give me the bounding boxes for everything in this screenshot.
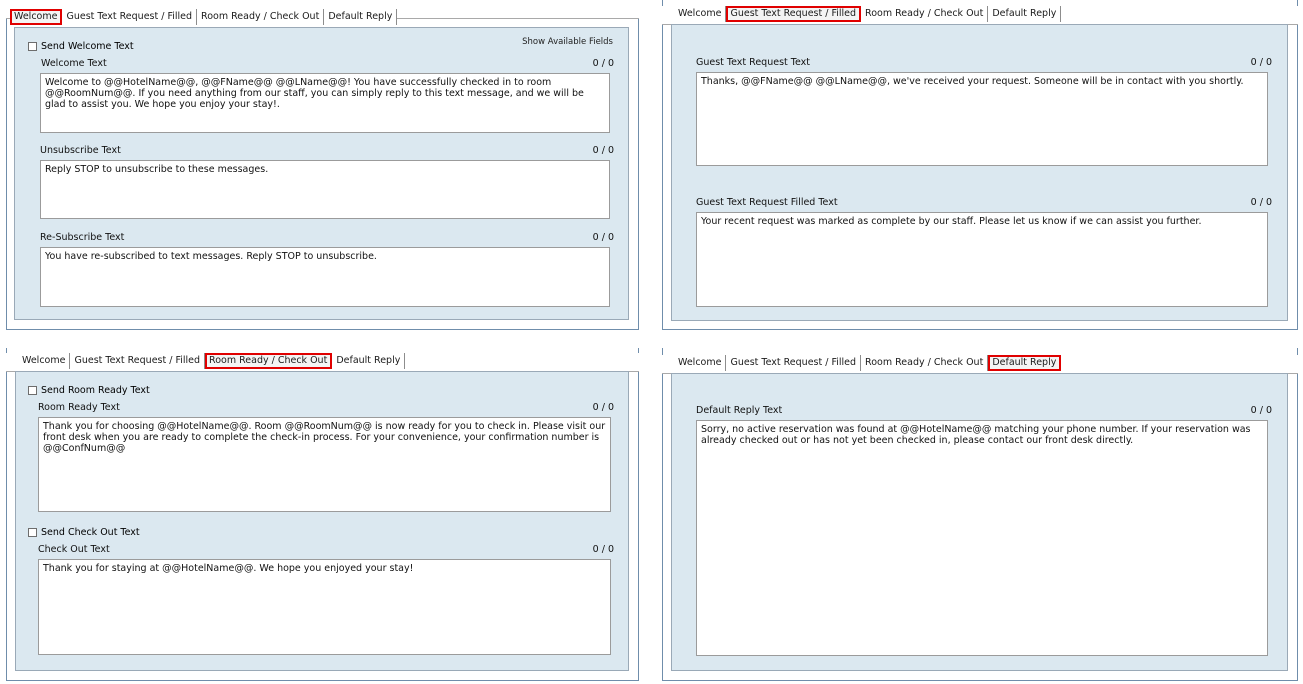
send-check-out-label: Send Check Out Text — [41, 527, 140, 538]
tab-welcome[interactable]: Welcome — [18, 353, 71, 369]
default-reply-text-count: 0 / 0 — [1250, 405, 1272, 416]
panel-border — [638, 0, 639, 330]
panel-border — [662, 329, 1298, 330]
send-room-ready-checkbox[interactable] — [28, 386, 37, 395]
panel-default-reply: Welcome Guest Text Request / Filled Room… — [662, 348, 1298, 681]
tab-content: Send Welcome Text Show Available Fields … — [14, 27, 629, 320]
default-reply-text-label: Default Reply Text — [696, 405, 783, 416]
panel-welcome: Welcome Guest Text Request / Filled Room… — [6, 0, 639, 330]
tab-guest-text-request[interactable]: Guest Text Request / Filled — [62, 9, 198, 25]
send-welcome-label: Send Welcome Text — [41, 41, 134, 52]
send-room-ready-checkbox-row[interactable]: Send Room Ready Text — [28, 385, 150, 396]
check-out-text-count: 0 / 0 — [592, 544, 614, 555]
resubscribe-textarea[interactable]: You have re-subscribed to text messages.… — [40, 247, 610, 307]
panel-border — [662, 680, 1298, 681]
welcome-text-label: Welcome Text — [41, 58, 107, 69]
panel-guest-text-request: Welcome Guest Text Request / Filled Room… — [662, 0, 1298, 330]
tab-room-ready[interactable]: Room Ready / Check Out — [861, 355, 989, 371]
tab-guest-text-request[interactable]: Guest Text Request / Filled — [726, 355, 862, 371]
guest-request-text-count: 0 / 0 — [1250, 57, 1272, 68]
panel-border — [6, 0, 7, 330]
guest-request-filled-count: 0 / 0 — [1250, 197, 1272, 208]
guest-request-filled-textarea[interactable]: Your recent request was marked as comple… — [696, 212, 1268, 307]
send-check-out-checkbox[interactable] — [28, 528, 37, 537]
unsubscribe-text-count: 0 / 0 — [592, 145, 614, 156]
panel-border — [662, 348, 663, 681]
tab-bar: Welcome Guest Text Request / Filled Room… — [18, 353, 406, 369]
room-ready-text-count: 0 / 0 — [592, 402, 614, 413]
send-welcome-checkbox-row[interactable]: Send Welcome Text — [28, 41, 134, 52]
tab-guest-text-request[interactable]: Guest Text Request / Filled — [726, 6, 862, 22]
guest-request-text-label: Guest Text Request Text — [696, 57, 810, 68]
send-room-ready-label: Send Room Ready Text — [41, 385, 150, 396]
tab-content: Guest Text Request Text 0 / 0 Thanks, @@… — [671, 24, 1288, 321]
unsubscribe-textarea[interactable]: Reply STOP to unsubscribe to these messa… — [40, 160, 610, 219]
tab-guest-text-request[interactable]: Guest Text Request / Filled — [70, 353, 206, 369]
tab-default-reply[interactable]: Default Reply — [332, 353, 406, 369]
tab-welcome[interactable]: Welcome — [674, 355, 727, 371]
panel-border — [1297, 348, 1298, 681]
check-out-text-label: Check Out Text — [38, 544, 110, 555]
tab-bar: Welcome Guest Text Request / Filled Room… — [674, 6, 1062, 22]
guest-request-textarea[interactable]: Thanks, @@FName@@ @@LName@@, we've recei… — [696, 72, 1268, 166]
send-welcome-checkbox[interactable] — [28, 42, 37, 51]
panel-border — [662, 0, 663, 330]
panel-border — [6, 329, 639, 330]
unsubscribe-text-label: Unsubscribe Text — [40, 145, 121, 156]
tab-bar: Welcome Guest Text Request / Filled Room… — [674, 355, 1062, 371]
guest-request-filled-label: Guest Text Request Filled Text — [696, 197, 838, 208]
tab-room-ready[interactable]: Room Ready / Check Out — [205, 353, 333, 369]
tab-welcome[interactable]: Welcome — [674, 6, 727, 22]
tab-default-reply[interactable]: Default Reply — [988, 6, 1062, 22]
tab-room-ready[interactable]: Room Ready / Check Out — [861, 6, 989, 22]
tab-default-reply[interactable]: Default Reply — [988, 355, 1062, 371]
resubscribe-text-count: 0 / 0 — [592, 232, 614, 243]
panel-border — [638, 348, 639, 681]
tab-default-reply[interactable]: Default Reply — [324, 9, 398, 25]
tab-content: Send Room Ready Text Room Ready Text 0 /… — [15, 371, 629, 671]
panel-border — [1297, 0, 1298, 330]
resubscribe-text-label: Re-Subscribe Text — [40, 232, 125, 243]
default-reply-textarea[interactable]: Sorry, no active reservation was found a… — [696, 420, 1268, 656]
tab-content: Default Reply Text 0 / 0 Sorry, no activ… — [671, 373, 1288, 671]
check-out-textarea[interactable]: Thank you for staying at @@HotelName@@. … — [38, 559, 611, 655]
welcome-textarea[interactable]: Welcome to @@HotelName@@, @@FName@@ @@LN… — [40, 73, 610, 133]
panel-border — [6, 348, 7, 681]
tab-bar: Welcome Guest Text Request / Filled Room… — [10, 9, 398, 25]
show-available-fields-link[interactable]: Show Available Fields — [522, 37, 613, 47]
tab-room-ready[interactable]: Room Ready / Check Out — [197, 9, 325, 25]
room-ready-text-label: Room Ready Text — [38, 402, 120, 413]
send-check-out-checkbox-row[interactable]: Send Check Out Text — [28, 527, 140, 538]
panel-border — [6, 680, 639, 681]
room-ready-textarea[interactable]: Thank you for choosing @@HotelName@@. Ro… — [38, 417, 611, 512]
welcome-text-count: 0 / 0 — [592, 58, 614, 69]
tab-welcome[interactable]: Welcome — [10, 9, 63, 25]
panel-room-ready: Welcome Guest Text Request / Filled Room… — [6, 348, 639, 681]
